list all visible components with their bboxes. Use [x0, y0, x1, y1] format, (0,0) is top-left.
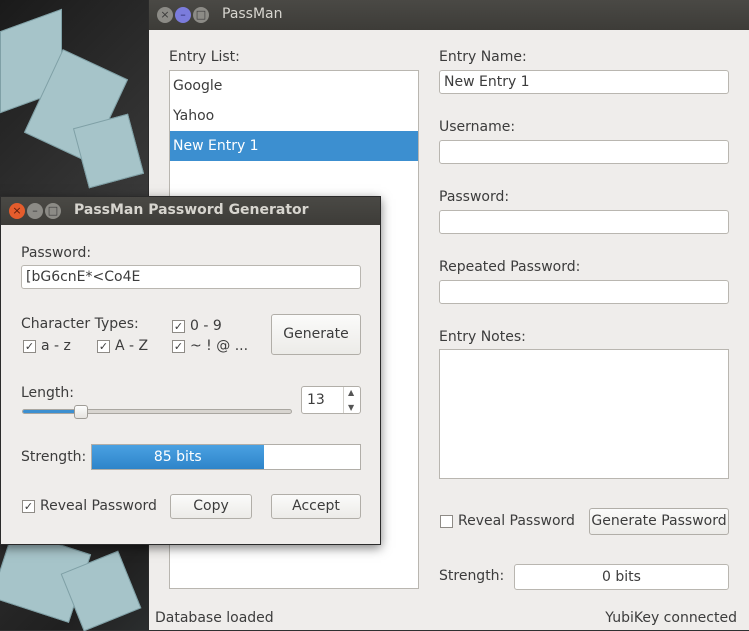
digits-checkbox[interactable]: ✓ — [172, 320, 185, 333]
accept-button[interactable]: Accept — [271, 494, 361, 519]
generator-titlebar[interactable]: × – □ PassMan Password Generator — [1, 197, 380, 225]
entry-list-label: Entry List: — [169, 49, 240, 65]
char-types-label: Character Types: — [21, 316, 139, 332]
list-item[interactable]: Yahoo — [170, 101, 418, 131]
repeated-password-label: Repeated Password: — [439, 259, 581, 275]
uppercase-checkbox[interactable]: ✓ — [97, 340, 110, 353]
username-field[interactable] — [439, 140, 729, 164]
lowercase-label[interactable]: a - z — [41, 338, 71, 354]
username-label: Username: — [439, 119, 516, 135]
gen-strength-label: Strength: — [21, 449, 87, 465]
generate-password-button[interactable]: Generate Password — [589, 508, 729, 535]
close-icon[interactable]: × — [157, 7, 173, 23]
list-item-selected[interactable]: New Entry 1 — [170, 131, 418, 161]
generate-button[interactable]: Generate — [271, 314, 361, 355]
gen-password-label: Password: — [21, 245, 92, 261]
reveal-password-label[interactable]: Reveal Password — [458, 513, 575, 529]
length-slider-handle[interactable] — [74, 405, 89, 419]
strength-label: Strength: — [439, 568, 505, 584]
symbols-checkbox[interactable]: ✓ — [172, 340, 185, 353]
chevron-down-icon[interactable]: ▼ — [348, 403, 354, 412]
reveal-password-checkbox[interactable] — [440, 515, 453, 528]
uppercase-label[interactable]: A - Z — [115, 338, 148, 354]
gen-reveal-password-label[interactable]: Reveal Password — [40, 498, 157, 514]
maximize-icon[interactable]: □ — [45, 203, 61, 219]
chevron-up-icon[interactable]: ▲ — [348, 388, 354, 397]
password-field[interactable] — [439, 210, 729, 234]
generator-title: PassMan Password Generator — [74, 202, 309, 218]
symbols-label[interactable]: ~ ! @ ... — [190, 338, 248, 354]
password-generator-dialog: × – □ PassMan Password Generator Passwor… — [0, 196, 381, 545]
maximize-icon[interactable]: □ — [193, 7, 209, 23]
entry-name-field[interactable]: New Entry 1 — [439, 70, 729, 94]
length-label: Length: — [21, 385, 75, 401]
window-title: PassMan — [222, 6, 283, 22]
entry-notes-label: Entry Notes: — [439, 329, 526, 345]
status-yubikey: YubiKey connected — [605, 610, 737, 626]
entry-notes-textarea[interactable] — [439, 349, 729, 479]
repeated-password-field[interactable] — [439, 280, 729, 304]
list-item[interactable]: Google — [170, 71, 418, 101]
gen-password-field[interactable]: [bG6cnE*<Co4E — [21, 265, 361, 289]
wallpaper-shard — [72, 113, 145, 189]
entry-name-label: Entry Name: — [439, 49, 527, 65]
main-titlebar[interactable]: × – □ PassMan — [149, 0, 749, 30]
minimize-icon[interactable]: – — [27, 203, 43, 219]
strength-progress-bar: 85 bits — [91, 444, 361, 470]
digits-label[interactable]: 0 - 9 — [190, 318, 222, 334]
length-spinbox[interactable]: 13 ▲ ▼ — [301, 386, 361, 414]
strength-display: 0 bits — [514, 564, 729, 590]
gen-reveal-password-checkbox[interactable]: ✓ — [22, 500, 35, 513]
close-icon[interactable]: × — [9, 203, 25, 219]
copy-button[interactable]: Copy — [170, 494, 252, 519]
lowercase-checkbox[interactable]: ✓ — [23, 340, 36, 353]
spin-arrows: ▲ ▼ — [343, 387, 360, 413]
strength-progress-text: 85 bits — [153, 449, 202, 465]
status-database: Database loaded — [155, 610, 274, 626]
password-label: Password: — [439, 189, 510, 205]
length-value: 13 — [307, 392, 325, 408]
length-slider[interactable] — [22, 409, 292, 414]
minimize-icon[interactable]: – — [175, 7, 191, 23]
